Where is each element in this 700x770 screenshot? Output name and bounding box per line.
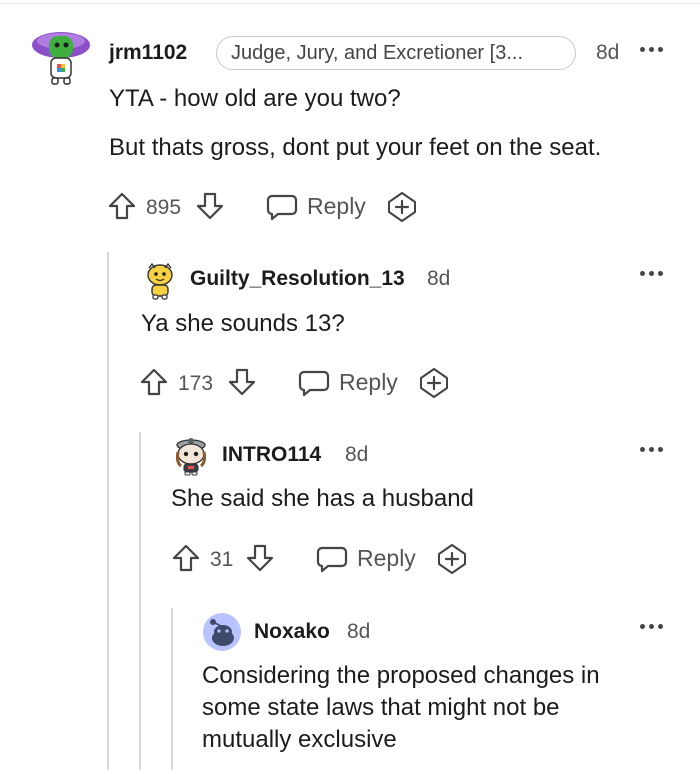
user-flair: Judge, Jury, and Excretioner [3...: [216, 36, 576, 70]
award-plus-icon[interactable]: [418, 367, 450, 399]
timestamp: 8d: [427, 267, 451, 290]
reply-label: Reply: [307, 193, 366, 219]
more-options-icon[interactable]: [640, 44, 668, 56]
timestamp: 8d: [345, 443, 369, 466]
downvote-arrow-icon[interactable]: [195, 191, 225, 221]
comment-body-line: Ya she sounds 13?: [141, 310, 345, 337]
thread-line-level-2[interactable]: [139, 432, 141, 770]
reply-button[interactable]: Reply: [266, 190, 366, 224]
speech-bubble-icon: [298, 370, 330, 397]
snoo-avatar[interactable]: [172, 436, 210, 476]
username[interactable]: INTRO114: [222, 443, 321, 467]
upvote-arrow-icon[interactable]: [139, 367, 169, 397]
upvote-arrow-icon[interactable]: [171, 543, 201, 573]
reply-label: Reply: [357, 545, 416, 571]
username[interactable]: jrm1102: [109, 41, 187, 65]
more-options-icon[interactable]: [640, 444, 668, 456]
comment-body-line: some state laws that might not be: [202, 694, 560, 721]
speech-bubble-icon: [266, 194, 298, 221]
username[interactable]: Noxako: [254, 620, 330, 644]
vote-count: 173: [178, 372, 214, 395]
upvote-arrow-icon[interactable]: [107, 191, 137, 221]
username[interactable]: Guilty_Resolution_13: [190, 267, 405, 291]
reply-label: Reply: [339, 369, 398, 395]
speech-bubble-icon: [316, 546, 348, 573]
downvote-arrow-icon[interactable]: [227, 367, 257, 397]
comment-body: Considering the proposed changes in some…: [202, 660, 600, 756]
award-plus-icon[interactable]: [436, 543, 468, 575]
reply-button[interactable]: Reply: [298, 366, 398, 400]
timestamp: 8d: [347, 620, 371, 643]
comment-body-line: Considering the proposed changes in: [202, 662, 600, 689]
vote-count: 31: [210, 548, 234, 571]
top-divider: [0, 3, 700, 4]
thread-line-level-3[interactable]: [171, 608, 173, 770]
snoo-avatar[interactable]: [30, 26, 92, 86]
timestamp: 8d: [596, 41, 620, 64]
downvote-arrow-icon[interactable]: [245, 543, 275, 573]
snoo-avatar[interactable]: [142, 262, 178, 300]
default-snoo-avatar[interactable]: [202, 612, 242, 652]
comment-body-line: She said she has a husband: [171, 485, 474, 512]
comment-body-line: YTA - how old are you two?: [109, 85, 401, 112]
more-options-icon[interactable]: [640, 621, 668, 633]
reply-button[interactable]: Reply: [316, 542, 416, 576]
comment-body-line: But thats gross, dont put your feet on t…: [109, 134, 602, 161]
vote-count: 895: [146, 196, 182, 219]
more-options-icon[interactable]: [640, 268, 668, 280]
comment-body-line: mutually exclusive: [202, 726, 397, 753]
award-plus-icon[interactable]: [386, 191, 418, 223]
thread-line-level-1[interactable]: [107, 252, 109, 770]
